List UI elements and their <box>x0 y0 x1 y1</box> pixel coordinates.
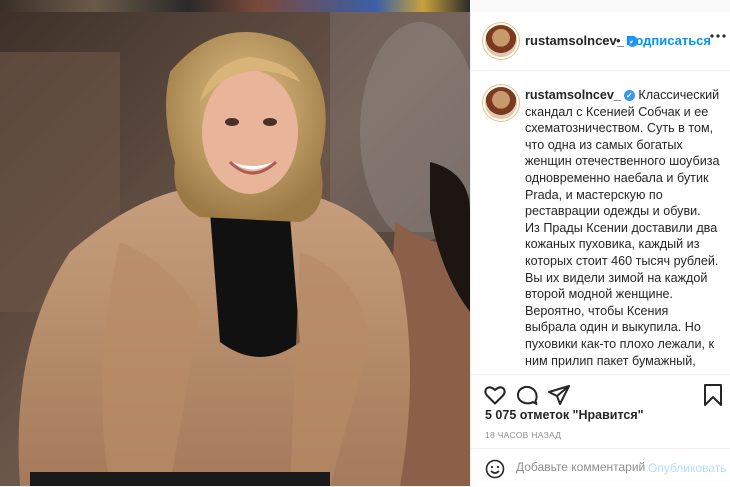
avatar[interactable] <box>485 87 517 119</box>
caption-paragraph-2: Из Прады Ксении доставили два кожаных пу… <box>525 220 720 373</box>
post-side-panel: rustamsolncev_ ✓ • Подписаться rustamsoln… <box>470 12 730 486</box>
caption-username[interactable]: rustamsolncev_ ✓ <box>525 88 635 102</box>
post-photo-image <box>0 12 470 486</box>
post-timestamp[interactable]: 18 ЧАСОВ НАЗАД <box>485 430 561 440</box>
bookmark-icon[interactable] <box>703 383 723 412</box>
username-text[interactable]: rustamsolncev_ <box>525 33 624 48</box>
post-photo[interactable] <box>0 12 470 486</box>
separator-dot: • <box>616 33 621 48</box>
follow-button[interactable]: Подписаться <box>626 33 711 48</box>
username-link[interactable]: rustamsolncev_ ✓ <box>525 33 638 48</box>
caption-username-text[interactable]: rustamsolncev_ <box>525 88 621 102</box>
post-header: rustamsolncev_ ✓ • Подписаться <box>471 12 730 71</box>
caption-text: rustamsolncev_ ✓ Классический скандал с К… <box>525 87 723 373</box>
avatar[interactable] <box>485 25 517 57</box>
comment-input[interactable] <box>516 460 646 474</box>
caption-comment: rustamsolncev_ ✓ Классический скандал с К… <box>471 71 730 373</box>
smiley-icon[interactable] <box>485 459 505 484</box>
verified-badge-icon: ✓ <box>623 90 635 101</box>
more-options-icon[interactable] <box>710 28 726 49</box>
publish-button[interactable]: Опубликовать <box>648 461 726 475</box>
previous-posts-strip <box>0 0 730 12</box>
caption-paragraph-1: Классический скандал с Ксенией Собчак и … <box>525 88 720 219</box>
add-comment-row: Опубликовать <box>471 448 730 487</box>
likes-count[interactable]: 5 075 отметок "Нравится" <box>485 408 644 422</box>
previous-post-thumbnails[interactable] <box>0 0 470 12</box>
